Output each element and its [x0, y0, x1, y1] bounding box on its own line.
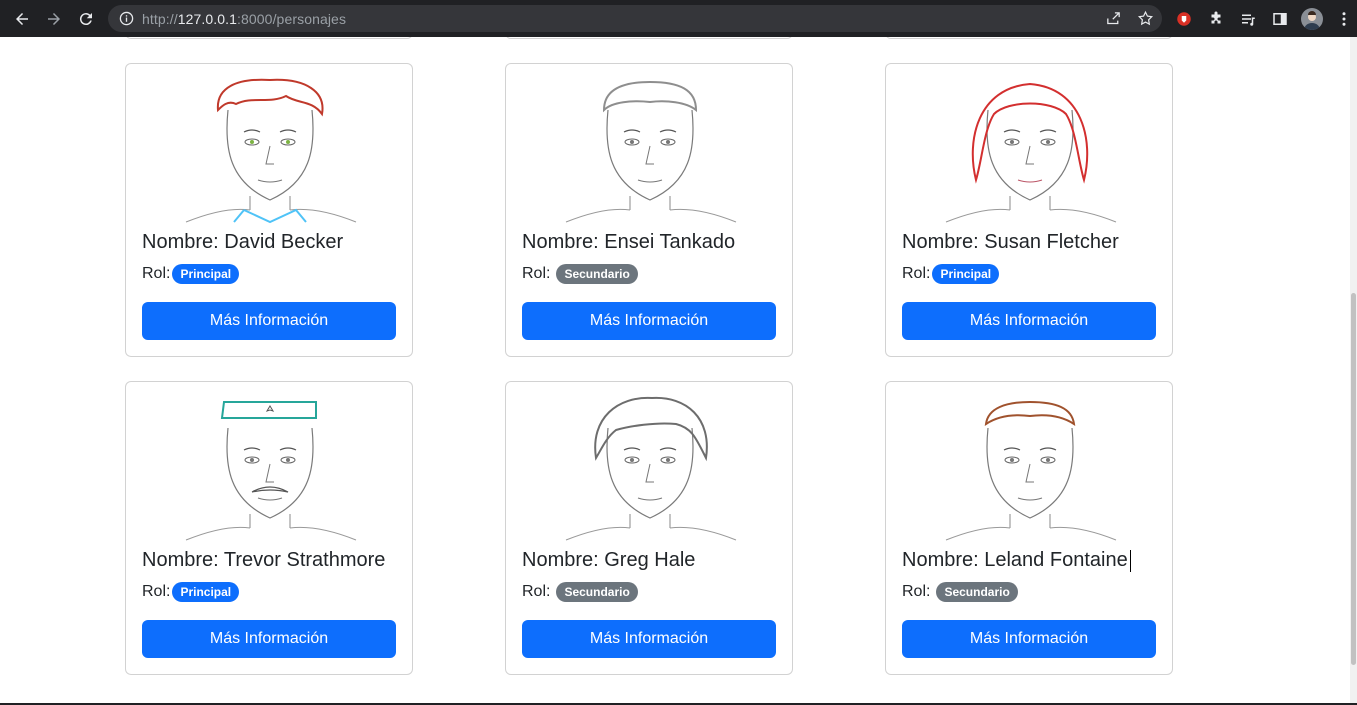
character-name: Nombre: Trevor Strathmore	[142, 549, 386, 571]
character-card-partial	[125, 37, 413, 39]
character-name: Nombre: Susan Fletcher	[902, 231, 1119, 253]
role-badge: Principal	[172, 264, 240, 284]
character-role: Rol: Secundario	[522, 264, 638, 284]
character-name: Nombre: Ensei Tankado	[522, 231, 736, 253]
bookmark-star-icon[interactable]	[1134, 8, 1156, 30]
character-portrait-image	[945, 400, 1117, 541]
vertical-scrollbar[interactable]	[1350, 37, 1357, 705]
url-text: http://127.0.0.1:8000/personajes	[142, 10, 347, 27]
menu-kebab-icon[interactable]	[1332, 7, 1356, 31]
share-icon[interactable]	[1102, 8, 1124, 30]
role-label: Rol:	[902, 583, 931, 600]
site-info-icon[interactable]	[118, 11, 134, 27]
role-badge: Secundario	[936, 582, 1018, 602]
extensions-puzzle-icon[interactable]	[1204, 7, 1228, 31]
media-queue-icon[interactable]	[1236, 7, 1260, 31]
character-name: Nombre: Leland Fontaine	[902, 549, 1128, 571]
more-info-button[interactable]: Más Información	[522, 302, 776, 340]
character-card: Nombre: Trevor Strathmore Rol: Principal Má…	[125, 381, 413, 675]
character-name: Nombre: Greg Hale	[522, 549, 696, 571]
scrollbar-thumb[interactable]	[1351, 293, 1356, 665]
address-bar[interactable]: http://127.0.0.1:8000/personajes	[108, 5, 1162, 32]
character-portrait-image	[565, 396, 737, 541]
character-card: Nombre: Ensei Tankado Rol: Secundario Más I…	[505, 63, 793, 357]
reload-icon[interactable]	[70, 3, 102, 35]
browser-toolbar: http://127.0.0.1:8000/personajes	[0, 0, 1357, 37]
role-badge: Principal	[932, 264, 1000, 284]
more-info-button[interactable]: Más Información	[142, 620, 396, 658]
role-label: Rol:	[522, 583, 551, 600]
character-portrait-image	[185, 78, 357, 224]
character-portrait-image	[185, 401, 357, 541]
role-label: Rol:	[902, 265, 931, 282]
profile-avatar[interactable]	[1300, 7, 1324, 31]
page-content: Nombre: David Becker Rol: Principal Más Inf…	[0, 37, 1350, 705]
forward-arrow-icon[interactable]	[38, 3, 70, 35]
role-badge: Principal	[172, 582, 240, 602]
text-cursor	[1130, 550, 1131, 572]
role-label: Rol:	[522, 265, 551, 282]
more-info-button[interactable]: Más Información	[522, 620, 776, 658]
extension-stop-icon[interactable]	[1172, 7, 1196, 31]
character-card: Nombre: Susan Fletcher Rol: Principal Más I…	[885, 63, 1173, 357]
character-card: Nombre: David Becker Rol: Principal Más Inf…	[125, 63, 413, 357]
role-label: Rol:	[142, 583, 171, 600]
role-label: Rol:	[142, 265, 171, 282]
role-badge: Secundario	[556, 264, 638, 284]
character-card: Nombre: Greg Hale Rol: Secundario Más Infor…	[505, 381, 793, 675]
character-role: Rol: Principal	[902, 264, 1000, 284]
character-name: Nombre: David Becker	[142, 231, 344, 253]
character-card-partial	[885, 37, 1173, 39]
character-role: Rol: Principal	[142, 264, 240, 284]
character-portrait-image	[945, 82, 1117, 223]
role-badge: Secundario	[556, 582, 638, 602]
side-panel-icon[interactable]	[1268, 7, 1292, 31]
character-role: Rol: Secundario	[902, 582, 1018, 602]
more-info-button[interactable]: Más Información	[902, 302, 1156, 340]
back-arrow-icon[interactable]	[6, 3, 38, 35]
more-info-button[interactable]: Más Información	[142, 302, 396, 340]
character-card-partial	[505, 37, 793, 39]
character-role: Rol: Principal	[142, 582, 240, 602]
more-info-button[interactable]: Más Información	[902, 620, 1156, 658]
character-card: Nombre: Leland Fontaine Rol: Secundario Más…	[885, 381, 1173, 675]
character-role: Rol: Secundario	[522, 582, 638, 602]
character-portrait-image	[565, 80, 737, 223]
